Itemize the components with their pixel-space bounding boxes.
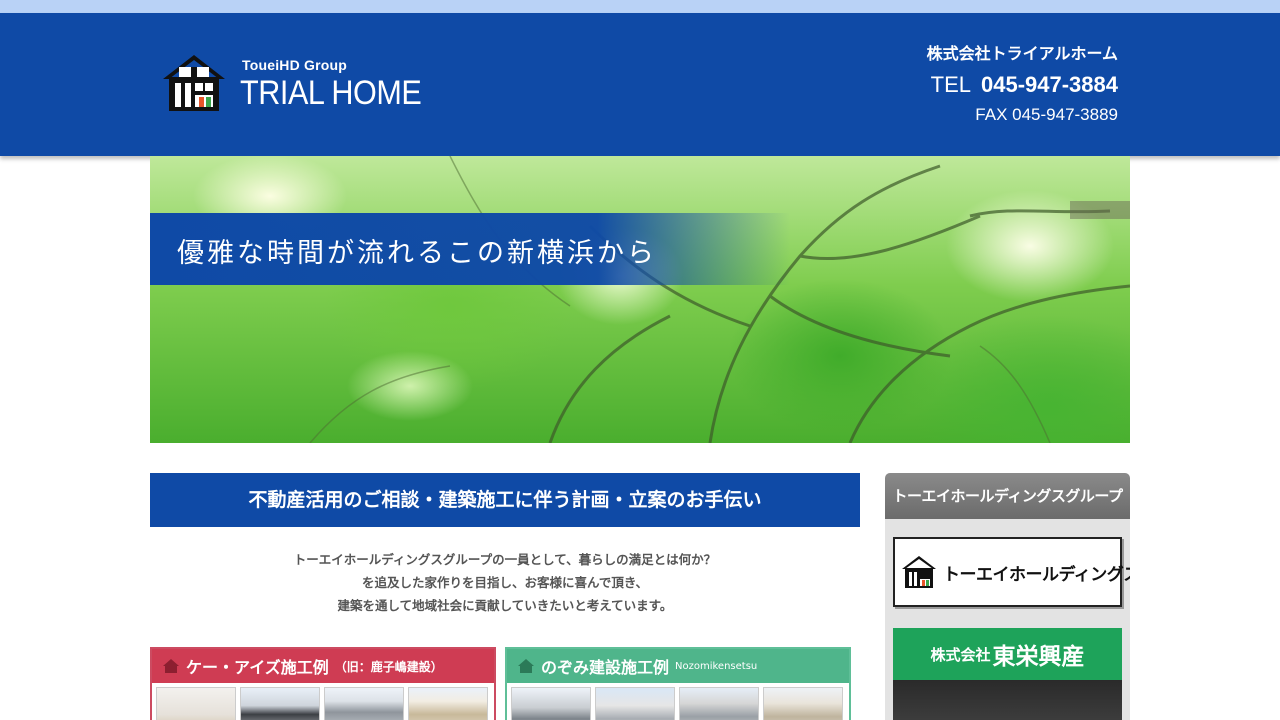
- kei-works-title: ケー・アイズ施工例: [186, 658, 329, 677]
- tel-label: TEL: [930, 72, 971, 97]
- hero-catchcopy-banner: 優雅な時間が流れるこの新横浜から: [150, 213, 790, 285]
- house-logo-icon: [163, 55, 225, 111]
- top-strip: [0, 0, 1280, 13]
- tel-number[interactable]: 045-947-3884: [981, 72, 1118, 97]
- house-photo[interactable]: [240, 687, 320, 720]
- hero-catchcopy: 優雅な時間が流れるこの新横浜から: [177, 238, 657, 269]
- group-sidebar: トーエイホールディングスグループ トーエイホールディングス 株式会社 東栄興産: [885, 473, 1130, 720]
- company-name: 株式会社トライアルホーム: [926, 44, 1118, 63]
- kei-works-subtitle: （旧：鹿子嶋建設）: [334, 659, 443, 674]
- site-header: ToueiHD Group TRIAL HOME 株式会社トライアルホーム TE…: [0, 13, 1280, 156]
- toei-kosan-name: 東栄興産: [992, 644, 1085, 670]
- interior-photo[interactable]: [156, 687, 236, 720]
- house-icon: [518, 659, 534, 673]
- hero-image: 優雅な時間が流れるこの新横浜から: [150, 156, 1130, 443]
- toei-holdings-link[interactable]: トーエイホールディングス: [893, 537, 1130, 607]
- nozomi-works-header: のぞみ建設施工例 Nozomikensetsu: [507, 649, 849, 683]
- toei-kosan-prefix: 株式会社: [930, 645, 991, 664]
- logo-group-text: ToueiHD Group: [242, 57, 347, 73]
- fax-line: FAX 045-947-3889: [975, 105, 1118, 124]
- tel-line: TEL 045-947-3884: [927, 71, 1118, 99]
- nozomi-works-title: のぞみ建設施工例: [541, 658, 670, 677]
- house-photo[interactable]: [763, 687, 843, 720]
- nozomi-works-card[interactable]: のぞみ建設施工例 Nozomikensetsu: [505, 647, 851, 720]
- intro-line: トーエイホールディングスグループの一員として、暮らしの満足とは何か？: [293, 552, 717, 567]
- main-heading: 不動産活用のご相談・建築施工に伴う計画・立案のお手伝い: [150, 473, 860, 527]
- maple-branches-graphic: [309, 156, 1130, 443]
- kei-works-card[interactable]: ケー・アイズ施工例 （旧：鹿子嶋建設）: [150, 647, 496, 720]
- kei-works-thumbnails: [152, 683, 494, 720]
- intro-text: トーエイホールディングスグループの一員として、暮らしの満足とは何か？ を追及した…: [150, 548, 860, 617]
- house-photo[interactable]: [595, 687, 675, 720]
- house-photo[interactable]: [679, 687, 759, 720]
- house-icon: [163, 659, 179, 673]
- toei-kosan-header: 株式会社 東栄興産: [893, 628, 1122, 680]
- sidebar-heading: トーエイホールディングスグループ: [885, 473, 1130, 519]
- house-photo[interactable]: [324, 687, 404, 720]
- trial-home-logo[interactable]: ToueiHD Group TRIAL HOME: [161, 53, 422, 117]
- house-photo[interactable]: [511, 687, 591, 720]
- intro-line: 建築を通して地域社会に貢献していきたいと考えています。: [337, 598, 673, 613]
- logo-name-text: TRIAL HOME: [240, 74, 422, 112]
- intro-line: を追及した家作りを目指し、お客様に喜んで頂き、: [361, 575, 648, 590]
- house-logo-icon: [902, 556, 936, 588]
- house-photo[interactable]: [408, 687, 488, 720]
- nozomi-works-subtitle: Nozomikensetsu: [675, 660, 758, 672]
- nozomi-works-thumbnails: [507, 683, 849, 720]
- toei-holdings-name: トーエイホールディングス: [943, 564, 1130, 585]
- office-photo: [893, 680, 1122, 720]
- toei-kosan-banner[interactable]: 株式会社 東栄興産: [893, 628, 1122, 720]
- contact-block: 株式会社トライアルホーム TEL 045-947-3884 FAX 045-947…: [927, 43, 1118, 126]
- kei-works-header: ケー・アイズ施工例 （旧：鹿子嶋建設）: [152, 649, 494, 683]
